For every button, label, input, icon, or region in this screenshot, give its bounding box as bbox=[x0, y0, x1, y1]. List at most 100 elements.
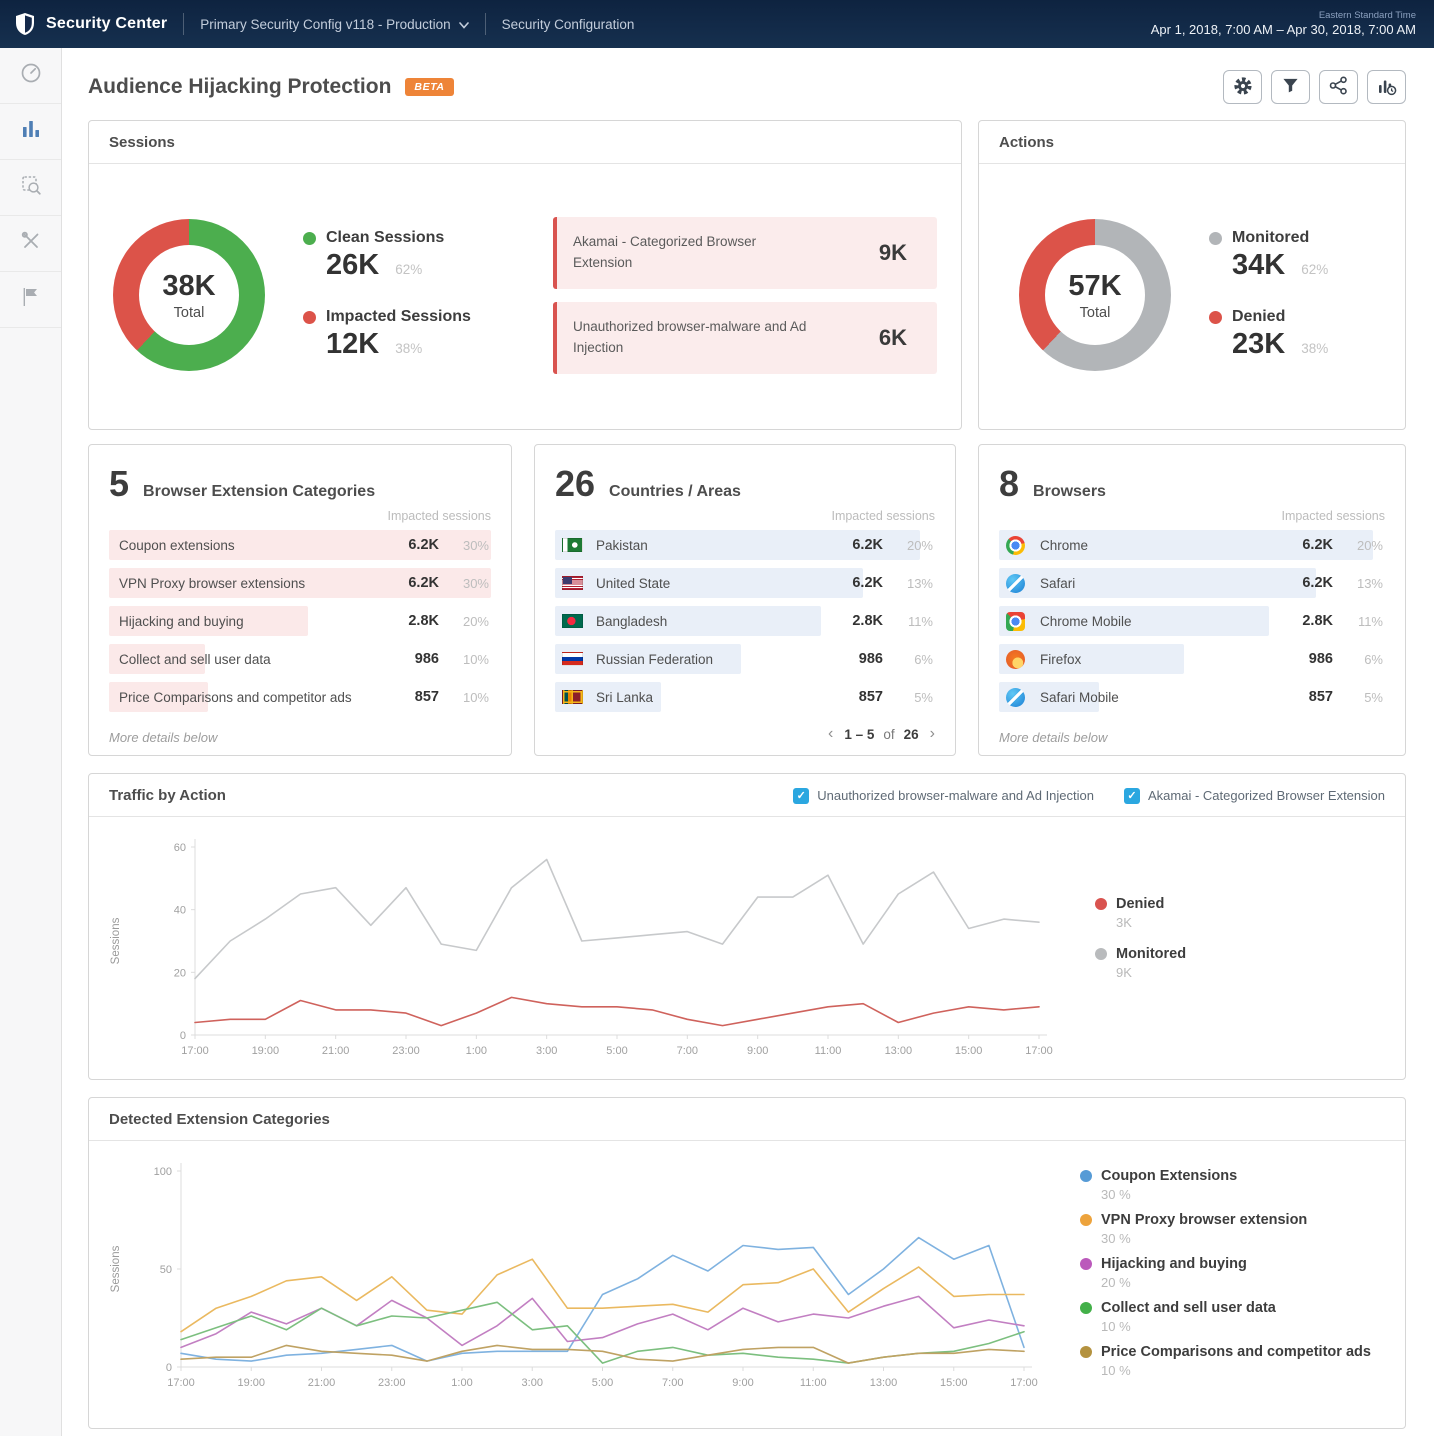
browser-label: Chrome bbox=[1030, 538, 1275, 553]
legend-value: 34K bbox=[1232, 249, 1285, 282]
category-row[interactable]: Hijacking and buying 2.8K 20% bbox=[109, 606, 491, 636]
pagination-prev-button[interactable]: ‹ bbox=[826, 725, 835, 743]
chart-legend-entry: Price Comparisons and competitor ads 10 … bbox=[1080, 1344, 1393, 1378]
legend-percentage: 38% bbox=[395, 341, 422, 356]
toolbar-button[interactable] bbox=[1223, 70, 1262, 104]
flag-icon bbox=[21, 286, 41, 313]
svg-text:19:00: 19:00 bbox=[237, 1377, 265, 1389]
checkbox-checked-icon[interactable] bbox=[793, 788, 809, 804]
sidebar-item[interactable] bbox=[0, 272, 61, 328]
country-percentage: 11% bbox=[883, 614, 935, 629]
category-row[interactable]: VPN Proxy browser extensions 6.2K 30% bbox=[109, 568, 491, 598]
legend-label: Clean Sessions bbox=[326, 229, 444, 247]
svg-text:3:00: 3:00 bbox=[522, 1377, 543, 1389]
chrome-icon bbox=[1006, 536, 1030, 555]
svg-text:Sessions: Sessions bbox=[110, 1245, 122, 1292]
svg-text:9:00: 9:00 bbox=[747, 1045, 768, 1057]
nav-security-configuration[interactable]: Security Configuration bbox=[502, 17, 635, 32]
pagination-next-button[interactable]: › bbox=[928, 725, 937, 743]
countries-pagination: ‹ 1 – 5 of 26 › bbox=[826, 725, 937, 743]
grid-search-icon bbox=[20, 174, 42, 201]
date-range[interactable]: Apr 1, 2018, 7:00 AM – Apr 30, 2018, 7:0… bbox=[1151, 22, 1416, 38]
callout-label: Unauthorized browser-malware and Ad Inje… bbox=[573, 317, 813, 358]
config-selector-label: Primary Security Config v118 - Productio… bbox=[200, 17, 450, 32]
country-value: 6.2K bbox=[825, 575, 883, 591]
country-row[interactable]: United State 6.2K 13% bbox=[555, 568, 935, 598]
legend-label: VPN Proxy browser extension bbox=[1101, 1212, 1307, 1228]
checkbox-checked-icon[interactable] bbox=[1124, 788, 1140, 804]
browser-label: Safari bbox=[1030, 576, 1275, 591]
country-row[interactable]: Sri Lanka 857 5% bbox=[555, 682, 935, 712]
sidebar-item[interactable] bbox=[0, 48, 61, 104]
toolbar-button[interactable] bbox=[1271, 70, 1310, 104]
sidebar-item[interactable] bbox=[0, 104, 61, 160]
traffic-filter-checkbox[interactable]: Unauthorized browser-malware and Ad Inje… bbox=[793, 788, 1094, 804]
svg-text:21:00: 21:00 bbox=[322, 1045, 350, 1057]
country-row[interactable]: Bangladesh 2.8K 11% bbox=[555, 606, 935, 636]
category-row[interactable]: Coupon extensions 6.2K 30% bbox=[109, 530, 491, 560]
share-icon bbox=[1329, 76, 1348, 98]
countries-panel: 26 Countries / Areas Impacted sessions P… bbox=[534, 444, 956, 756]
sidebar-item[interactable] bbox=[0, 160, 61, 216]
country-row[interactable]: Russian Federation 986 6% bbox=[555, 644, 935, 674]
country-label: Pakistan bbox=[586, 538, 825, 553]
svg-text:13:00: 13:00 bbox=[870, 1377, 898, 1389]
filter-label: Akamai - Categorized Browser Extension bbox=[1148, 788, 1385, 803]
pakistan-flag bbox=[562, 538, 586, 552]
more-details-note: More details below bbox=[999, 730, 1107, 745]
category-percentage: 30% bbox=[439, 576, 491, 591]
callout-value: 9K bbox=[879, 240, 907, 266]
svg-text:20: 20 bbox=[174, 967, 186, 979]
browser-percentage: 11% bbox=[1333, 614, 1385, 629]
pagination-range: 1 – 5 bbox=[844, 727, 874, 742]
category-row[interactable]: Price Comparisons and competitor ads 857… bbox=[109, 682, 491, 712]
category-value: 2.8K bbox=[381, 613, 439, 629]
toolbar-button[interactable] bbox=[1367, 70, 1406, 104]
svg-text:15:00: 15:00 bbox=[955, 1045, 983, 1057]
product-name: Security Center bbox=[46, 15, 167, 33]
gear-icon bbox=[1233, 76, 1253, 99]
actions-donut-chart: 57K Total bbox=[1019, 219, 1171, 371]
svg-text:0: 0 bbox=[180, 1030, 186, 1042]
chart-legend-entry: Hijacking and buying 20 % bbox=[1080, 1256, 1393, 1290]
browser-row[interactable]: Chrome Mobile 2.8K 11% bbox=[999, 606, 1385, 636]
category-value: 6.2K bbox=[381, 575, 439, 591]
categories-count: 5 bbox=[109, 463, 129, 505]
impact-callout[interactable]: Unauthorized browser-malware and Ad Inje… bbox=[553, 302, 937, 374]
svg-text:17:00: 17:00 bbox=[181, 1045, 209, 1057]
impacted-sessions-column-header: Impacted sessions bbox=[979, 507, 1405, 530]
traffic-filter-checkbox[interactable]: Akamai - Categorized Browser Extension bbox=[1124, 788, 1385, 804]
svg-text:17:00: 17:00 bbox=[1010, 1377, 1038, 1389]
category-row[interactable]: Collect and sell user data 986 10% bbox=[109, 644, 491, 674]
chart-legend-entry: Denied 3K bbox=[1095, 896, 1305, 930]
legend-label: Monitored bbox=[1232, 229, 1309, 247]
safari-mobile-icon bbox=[1006, 688, 1030, 707]
beta-badge: BETA bbox=[405, 78, 453, 96]
actions-total-label: Total bbox=[1080, 305, 1111, 321]
browser-row[interactable]: Chrome 6.2K 20% bbox=[999, 530, 1385, 560]
traffic-panel-title: Traffic by Action bbox=[109, 787, 226, 804]
country-value: 2.8K bbox=[825, 613, 883, 629]
legend-value: 12K bbox=[326, 328, 379, 361]
svg-text:23:00: 23:00 bbox=[392, 1045, 420, 1057]
impact-callout[interactable]: Akamai - Categorized Browser Extension 9… bbox=[553, 217, 937, 289]
browser-value: 986 bbox=[1275, 651, 1333, 667]
category-label: Collect and sell user data bbox=[109, 652, 381, 667]
toolbar-button[interactable] bbox=[1319, 70, 1358, 104]
browser-row[interactable]: Firefox 986 6% bbox=[999, 644, 1385, 674]
country-row[interactable]: Pakistan 6.2K 20% bbox=[555, 530, 935, 560]
browser-row[interactable]: Safari Mobile 857 5% bbox=[999, 682, 1385, 712]
svg-text:17:00: 17:00 bbox=[1025, 1045, 1053, 1057]
svg-text:9:00: 9:00 bbox=[732, 1377, 753, 1389]
category-value: 6.2K bbox=[381, 537, 439, 553]
svg-text:0: 0 bbox=[166, 1362, 172, 1374]
browser-label: Safari Mobile bbox=[1030, 690, 1275, 705]
browser-percentage: 5% bbox=[1333, 690, 1385, 705]
browser-row[interactable]: Safari 6.2K 13% bbox=[999, 568, 1385, 598]
categories-title: Browser Extension Categories bbox=[143, 483, 375, 501]
divider bbox=[485, 13, 486, 35]
sidebar-item[interactable] bbox=[0, 216, 61, 272]
svg-text:11:00: 11:00 bbox=[800, 1377, 827, 1389]
config-selector-dropdown[interactable]: Primary Security Config v118 - Productio… bbox=[200, 17, 468, 32]
pagination-of-label: of bbox=[883, 727, 894, 742]
